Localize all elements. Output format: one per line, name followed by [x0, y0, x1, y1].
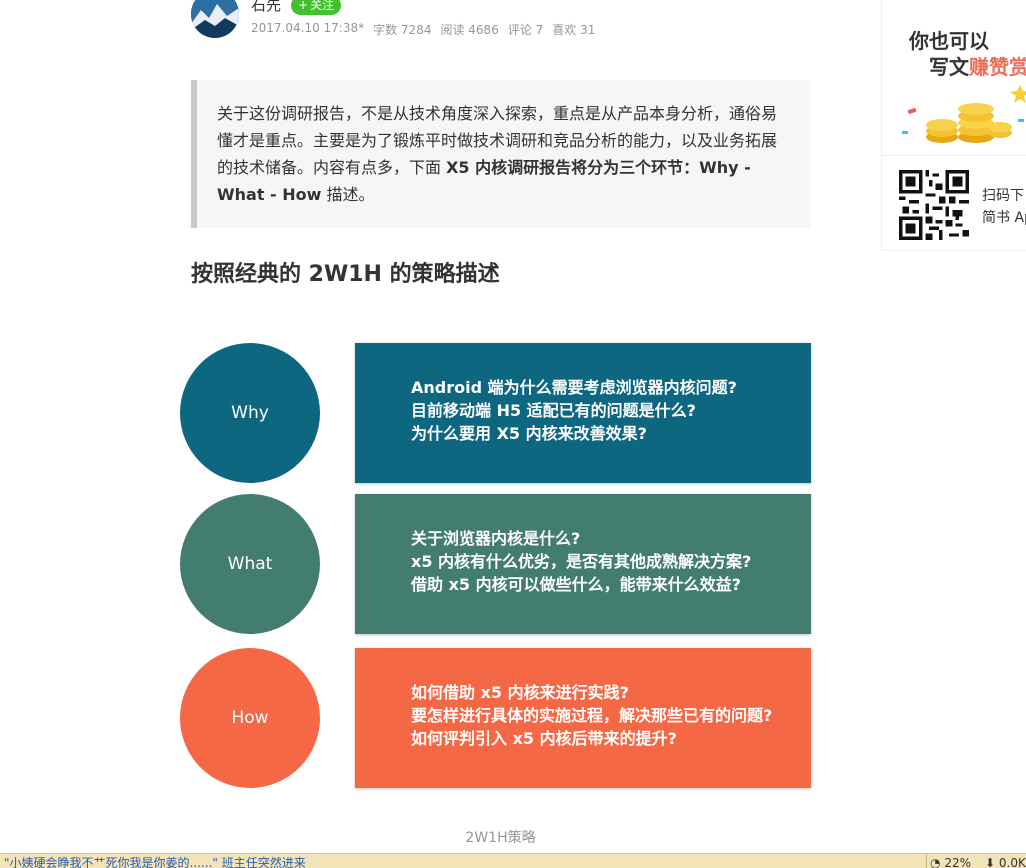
- why-circle: Why: [180, 343, 320, 483]
- author-name[interactable]: 石先: [251, 0, 281, 15]
- read-count: 阅读 4686: [440, 23, 499, 37]
- why-box: Android 端为什么需要考虑浏览器内核问题? 目前移动端 H5 适配已有的问…: [355, 343, 811, 483]
- download-indicator[interactable]: ⬇ 0.0KB: [985, 856, 1026, 868]
- ad-line-2-prefix: 写文: [929, 55, 969, 79]
- plus-icon: +: [298, 0, 309, 12]
- what-circle: What: [180, 494, 320, 634]
- ad-divider: [882, 155, 1026, 156]
- why-line-3: 为什么要用 X5 内核来改善效果?: [411, 424, 647, 443]
- zoom-value: 22%: [944, 856, 971, 868]
- article-meta: 2017.04.10 17:38* 字数 7284 阅读 4686 评论 7 喜…: [251, 21, 595, 38]
- reward-ad-card[interactable]: 你也可以 写文赚赞赏 扫码下 简书 A: [881, 0, 1026, 251]
- download-arrow-icon: ⬇: [984, 856, 996, 868]
- status-separator: [926, 854, 927, 868]
- quote-tail: 描述。: [321, 185, 375, 204]
- why-line-1: Android 端为什么需要考虑浏览器内核问题?: [411, 378, 737, 397]
- follow-button[interactable]: + 关注: [291, 0, 342, 15]
- cpu-indicator[interactable]: ◔ 22%: [930, 856, 971, 868]
- what-line-1: 关于浏览器内核是什么?: [411, 529, 581, 548]
- what-label: What: [227, 554, 273, 574]
- author-avatar[interactable]: [191, 0, 239, 38]
- ad-line-1: 你也可以: [909, 29, 989, 53]
- gauge-icon: ◔: [930, 856, 941, 868]
- intro-blockquote: 关于这份调研报告，不是从技术角度深入探索，重点是从产品本身分析，通俗易懂才是重点…: [191, 80, 810, 228]
- how-label: How: [231, 708, 269, 728]
- what-box: 关于浏览器内核是什么? x5 内核有什么优劣，是否有其他成熟解决方案? 借助 x…: [355, 494, 811, 634]
- how-line-3: 如何评判引入 x5 内核后带来的提升?: [411, 729, 677, 748]
- speed-value: 0.0KB: [998, 856, 1026, 868]
- comment-count: 评论 7: [507, 23, 544, 37]
- follow-label: 关注: [310, 0, 335, 12]
- why-line-2: 目前移动端 H5 适配已有的问题是什么?: [411, 401, 696, 420]
- how-box: 如何借助 x5 内核来进行实践? 要怎样进行具体的实施过程，解决那些已有的问题?…: [355, 648, 811, 788]
- how-circle: How: [180, 648, 320, 788]
- ad-line-2-highlight: 赚赞赏: [969, 55, 1026, 79]
- what-line-3: 借助 x5 内核可以做些什么，能带来什么效益?: [411, 575, 741, 594]
- coins-illustration-icon: [902, 85, 1026, 143]
- ad-line-2: 写文赚赞赏: [929, 51, 1026, 80]
- word-count: 字数 7284: [373, 23, 432, 37]
- scan-line-1: 扫码下: [982, 188, 1024, 204]
- browser-status-bar: "小姨硬会睁我不艹死你我是你姜的......" 班主任突然进来 ◔ 22% ⬇ …: [0, 853, 1026, 868]
- status-news-link[interactable]: "小姨硬会睁我不艹死你我是你姜的......" 班主任突然进来: [4, 856, 306, 868]
- diagram-caption: 2W1H策略: [465, 830, 536, 846]
- scan-download-text: 扫码下 简书 Ap: [982, 185, 1026, 229]
- like-count: 喜欢 31: [552, 23, 596, 37]
- how-line-1: 如何借助 x5 内核来进行实践?: [411, 683, 629, 702]
- qr-code-icon: [899, 170, 969, 240]
- why-label: Why: [231, 403, 269, 423]
- how-line-2: 要怎样进行具体的实施过程，解决那些已有的问题?: [411, 706, 773, 725]
- status-indicators: ◔ 22% ⬇ 0.0KB: [930, 856, 1026, 868]
- scan-line-2: 简书 Ap: [982, 210, 1026, 226]
- what-line-2: x5 内核有什么优劣，是否有其他成熟解决方案?: [411, 552, 752, 571]
- section-heading: 按照经典的 2W1H 的策略描述: [191, 262, 500, 287]
- publish-date: 2017.04.10 17:38*: [251, 21, 365, 35]
